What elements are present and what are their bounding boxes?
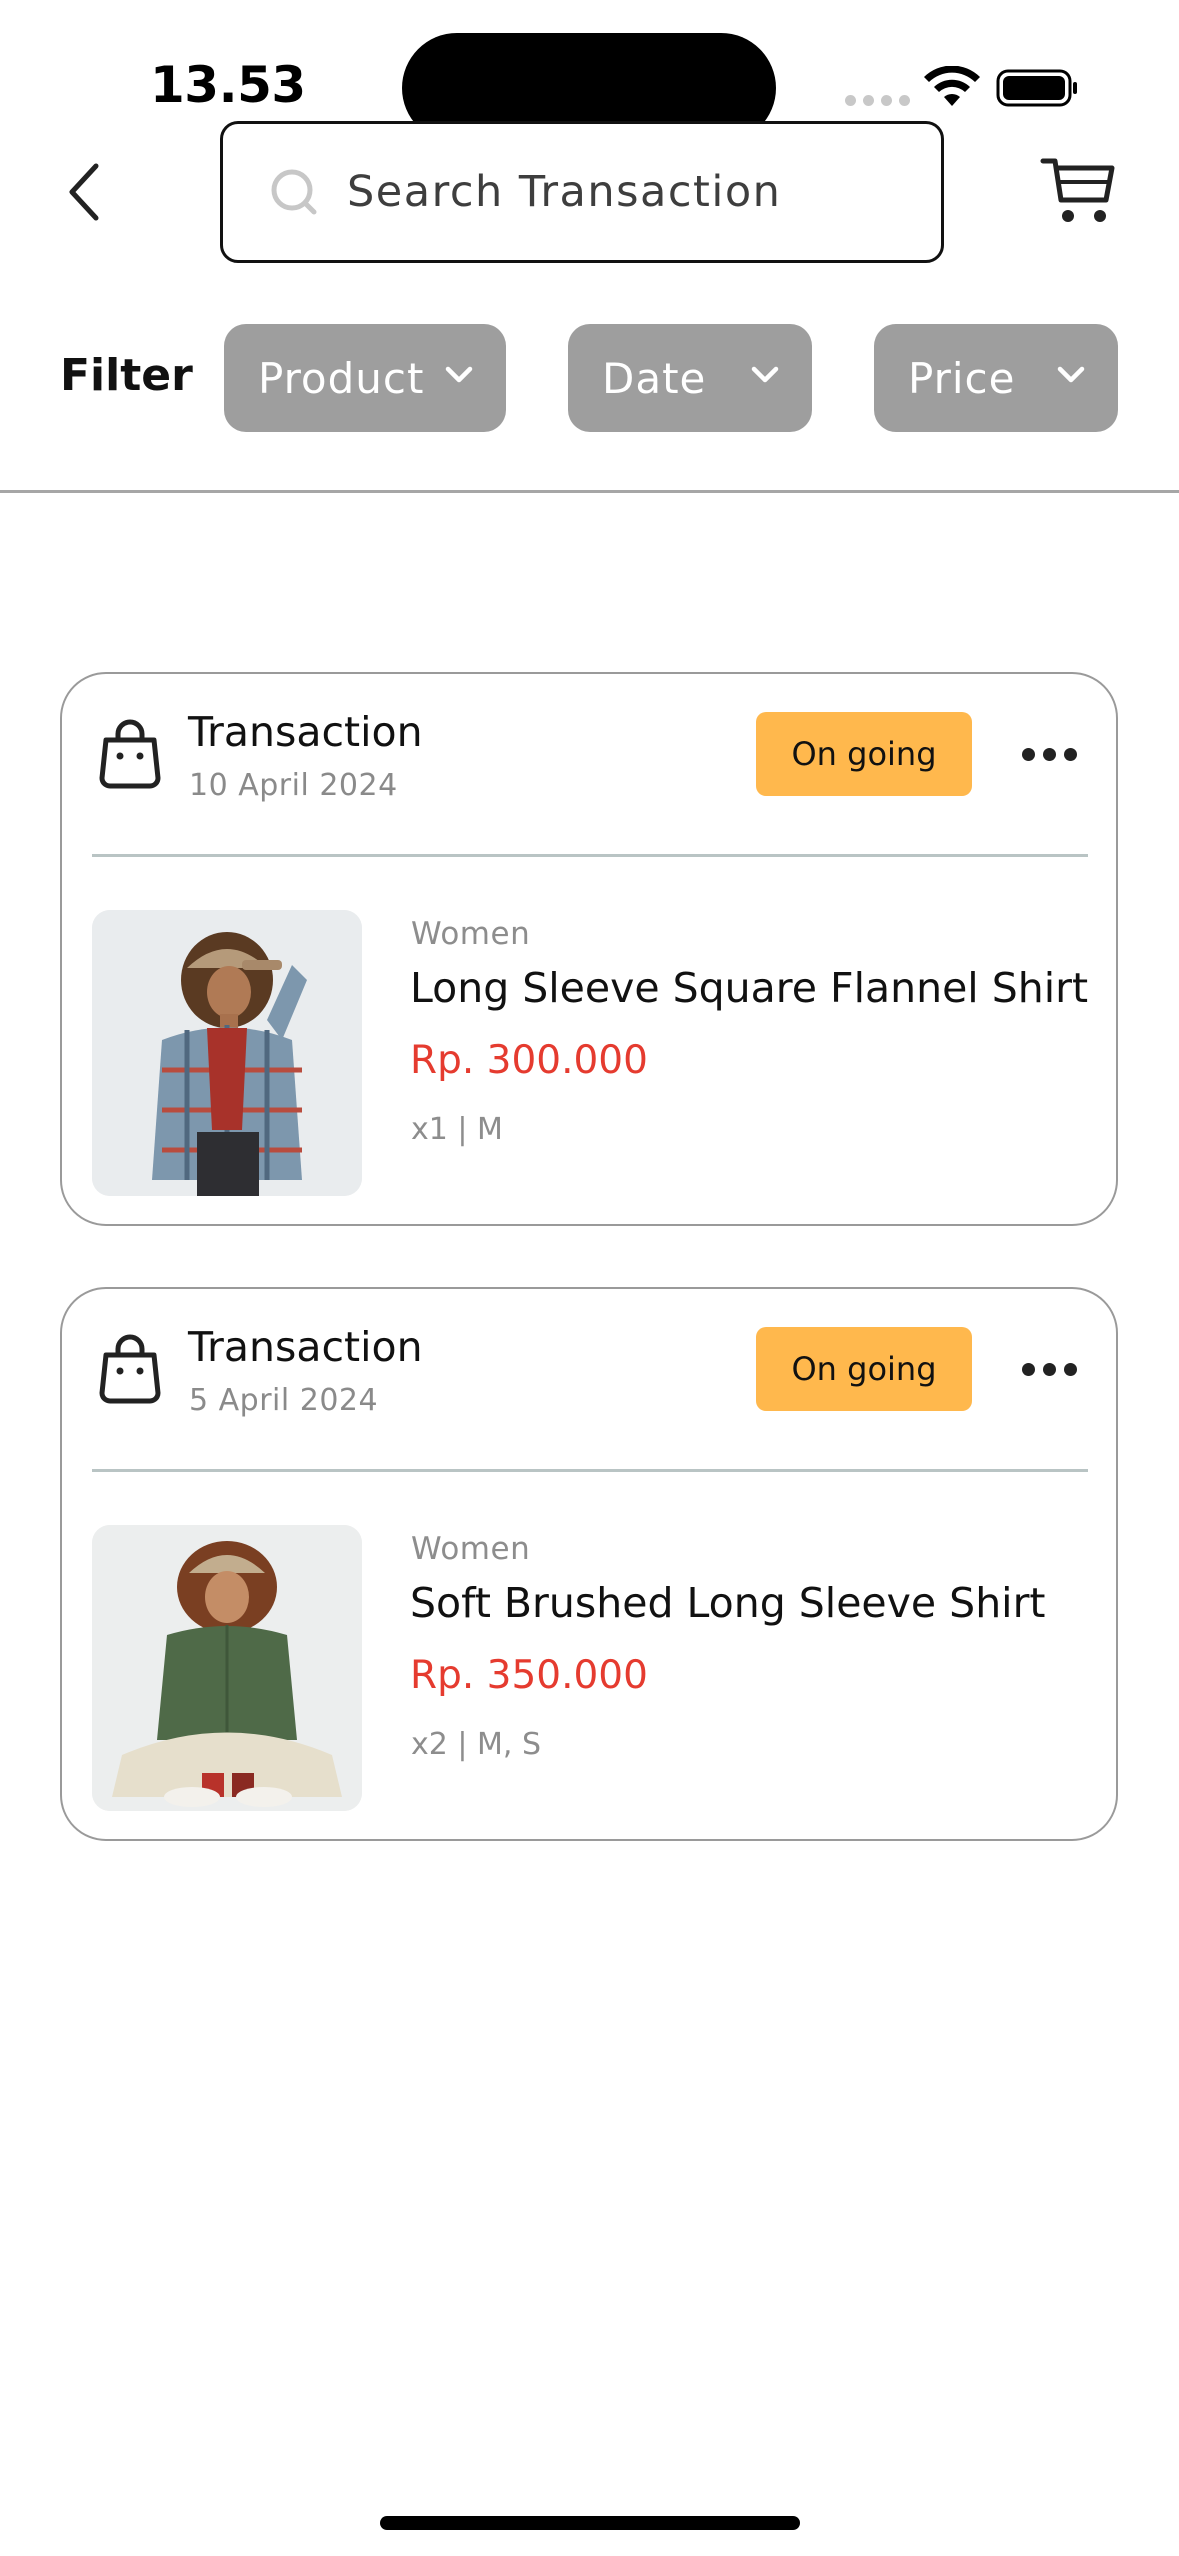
status-time: 13.53 xyxy=(150,56,306,114)
transaction-card[interactable]: Transaction 10 April 2024 On going Women… xyxy=(60,672,1118,1226)
status-badge: On going xyxy=(756,712,972,796)
back-icon xyxy=(69,163,99,221)
search-box[interactable] xyxy=(220,121,944,263)
product-variant: x1 | M xyxy=(411,1112,503,1147)
filter-label: Filter xyxy=(60,350,193,401)
product-price: Rp. 350.000 xyxy=(410,1653,648,1698)
more-icon[interactable] xyxy=(1022,740,1078,768)
chevron-down-icon xyxy=(1057,366,1085,383)
wifi-icon xyxy=(924,66,980,106)
product-price: Rp. 300.000 xyxy=(410,1038,648,1083)
cart-icon[interactable] xyxy=(1040,152,1116,228)
filter-chip-date[interactable]: Date xyxy=(568,324,812,432)
chevron-down-icon xyxy=(751,366,779,383)
shopping-bag-icon xyxy=(99,719,161,789)
card-divider xyxy=(92,854,1088,857)
card-divider xyxy=(92,1469,1088,1472)
transaction-card[interactable]: Transaction 5 April 2024 On going Women … xyxy=(60,1287,1118,1841)
search-icon xyxy=(271,169,317,215)
transaction-title: Transaction xyxy=(188,708,423,756)
filter-chip-label: Date xyxy=(602,353,707,403)
product-name: Soft Brushed Long Sleeve Shirt xyxy=(410,1579,1046,1627)
status-badge: On going xyxy=(756,1327,972,1411)
filter-chip-label: Price xyxy=(908,353,1016,403)
transaction-title: Transaction xyxy=(188,1323,423,1371)
product-image[interactable] xyxy=(92,1525,362,1811)
search-input[interactable] xyxy=(347,167,907,217)
filter-chip-price[interactable]: Price xyxy=(874,324,1118,432)
back-button[interactable] xyxy=(52,156,116,228)
product-category: Women xyxy=(411,916,531,952)
product-variant: x2 | M, S xyxy=(411,1727,542,1762)
filter-chip-product[interactable]: Product xyxy=(224,324,506,432)
transactions-screen: 13.53 Filter Product xyxy=(0,0,1179,2556)
cellular-signal-icon xyxy=(845,95,910,106)
filter-chip-label: Product xyxy=(258,353,425,403)
product-name: Long Sleeve Square Flannel Shirt xyxy=(410,964,1089,1012)
home-indicator xyxy=(380,2516,800,2530)
transaction-date: 10 April 2024 xyxy=(189,768,398,803)
battery-icon xyxy=(996,69,1077,107)
transaction-date: 5 April 2024 xyxy=(189,1383,379,1418)
product-category: Women xyxy=(411,1531,531,1567)
shopping-bag-icon xyxy=(99,1334,161,1404)
product-image[interactable] xyxy=(92,910,362,1196)
header-divider xyxy=(0,490,1179,493)
chevron-down-icon xyxy=(445,366,473,383)
more-icon[interactable] xyxy=(1022,1355,1078,1383)
